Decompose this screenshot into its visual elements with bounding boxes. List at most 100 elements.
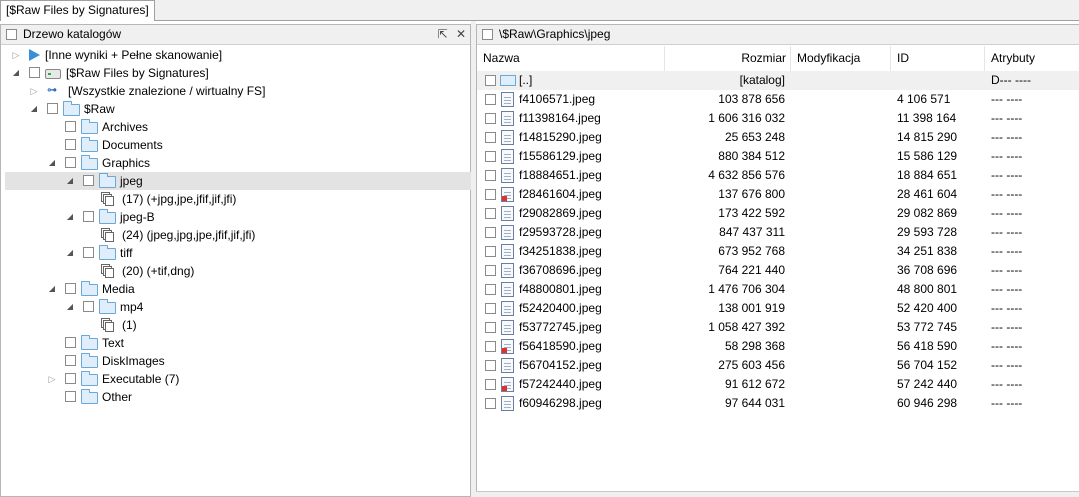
tree-node[interactable]: (24) (jpeg,jpg,jpe,jfif,jif,jfi) bbox=[1, 226, 471, 244]
tree-node-checkbox[interactable] bbox=[47, 103, 58, 114]
panel-checkbox[interactable] bbox=[482, 29, 493, 40]
tree-node[interactable]: ▷ [Inne wyniki + Pełne skanowanie] bbox=[1, 46, 471, 64]
collapse-toggle-icon[interactable]: ◢ bbox=[47, 280, 57, 298]
file-row[interactable]: f60946298.jpeg 97 644 031 60 946 298 --- --… bbox=[477, 394, 1079, 413]
tree-node-checkbox[interactable] bbox=[65, 391, 76, 402]
file-attributes: --- ---- bbox=[991, 111, 1023, 125]
collapse-toggle-icon[interactable]: ◢ bbox=[65, 172, 75, 190]
file-size: [katalog] bbox=[739, 73, 785, 87]
tree-node[interactable]: Text bbox=[1, 334, 471, 352]
file-size: 673 952 768 bbox=[718, 244, 785, 258]
file-name: f29593728.jpeg bbox=[519, 225, 602, 239]
column-attributes[interactable]: Atrybuty bbox=[985, 46, 1079, 72]
row-checkbox[interactable] bbox=[485, 360, 496, 371]
tree-node[interactable]: ◢ Media bbox=[1, 280, 471, 298]
expand-toggle-icon[interactable]: ▷ bbox=[29, 82, 39, 100]
column-size[interactable]: Rozmiar bbox=[665, 46, 791, 72]
tree-node[interactable]: ◢ tiff bbox=[1, 244, 471, 262]
tree-node[interactable]: (1) bbox=[1, 316, 471, 334]
row-checkbox[interactable] bbox=[485, 75, 496, 86]
row-checkbox[interactable] bbox=[485, 151, 496, 162]
file-row[interactable]: f53772745.jpeg 1 058 427 392 53 772 745 ---… bbox=[477, 318, 1079, 337]
file-row[interactable]: f11398164.jpeg 1 606 316 032 11 398 164 ---… bbox=[477, 109, 1079, 128]
row-checkbox[interactable] bbox=[485, 170, 496, 181]
collapse-toggle-icon[interactable]: ◢ bbox=[47, 154, 57, 172]
file-row[interactable]: f36708696.jpeg 764 221 440 36 708 696 --- -… bbox=[477, 261, 1079, 280]
tree-node-checkbox[interactable] bbox=[65, 157, 76, 168]
row-checkbox[interactable] bbox=[485, 303, 496, 314]
tree-node-checkbox[interactable] bbox=[65, 373, 76, 384]
collapse-toggle-icon[interactable]: ◢ bbox=[29, 100, 39, 118]
row-checkbox[interactable] bbox=[485, 227, 496, 238]
file-row[interactable]: f4106571.jpeg 103 878 656 4 106 571 --- ---… bbox=[477, 90, 1079, 109]
file-row[interactable]: f57242440.jpeg 91 612 672 57 242 440 --- --… bbox=[477, 375, 1079, 394]
tree-node[interactable]: ▷ ⊶ [Wszystkie znalezione / wirtualny FS] bbox=[1, 82, 471, 100]
tree-node[interactable]: ◢ [$Raw Files by Signatures] bbox=[1, 64, 471, 82]
column-name[interactable]: Nazwa bbox=[477, 46, 665, 72]
row-checkbox[interactable] bbox=[485, 246, 496, 257]
tree-node-checkbox[interactable] bbox=[65, 337, 76, 348]
file-row[interactable]: f56704152.jpeg 275 603 456 56 704 152 --- -… bbox=[477, 356, 1079, 375]
tree-node[interactable]: DiskImages bbox=[1, 352, 471, 370]
tree-node-checkbox[interactable] bbox=[83, 247, 94, 258]
file-row[interactable]: f29082869.jpeg 173 422 592 29 082 869 --- -… bbox=[477, 204, 1079, 223]
tab-raw-files[interactable]: [$Raw Files by Signatures] bbox=[0, 0, 155, 21]
tree-node[interactable]: ▷ Executable (7) bbox=[1, 370, 471, 388]
tree-node[interactable]: ◢ jpeg bbox=[5, 172, 475, 190]
column-id[interactable]: ID bbox=[891, 46, 985, 72]
panel-checkbox[interactable] bbox=[6, 29, 17, 40]
row-checkbox[interactable] bbox=[485, 398, 496, 409]
file-row[interactable]: f18884651.jpeg 4 632 856 576 18 884 651 ---… bbox=[477, 166, 1079, 185]
tree-node-checkbox[interactable] bbox=[83, 301, 94, 312]
row-checkbox[interactable] bbox=[485, 132, 496, 143]
tree-node[interactable]: Other bbox=[1, 388, 471, 406]
tree-node-checkbox[interactable] bbox=[29, 67, 40, 78]
tree-node[interactable]: ◢ jpeg-B bbox=[1, 208, 471, 226]
folder-icon bbox=[500, 75, 516, 86]
file-row[interactable]: f34251838.jpeg 673 952 768 34 251 838 --- -… bbox=[477, 242, 1079, 261]
tree-node-checkbox[interactable] bbox=[65, 121, 76, 132]
file-row[interactable]: f48800801.jpeg 1 476 706 304 48 800 801 ---… bbox=[477, 280, 1079, 299]
tree-node[interactable]: ◢ Graphics bbox=[1, 154, 471, 172]
tree-node[interactable]: ◢ $Raw bbox=[1, 100, 471, 118]
column-modified[interactable]: Modyfikacja bbox=[791, 46, 891, 72]
parent-directory-row[interactable]: [..] [katalog] D--- ---- bbox=[477, 71, 1079, 90]
tree-node[interactable]: Documents bbox=[1, 136, 471, 154]
tree-node[interactable]: (20) (+tif,dng) bbox=[1, 262, 471, 280]
file-row[interactable]: f52420400.jpeg 138 001 919 52 420 400 --- -… bbox=[477, 299, 1079, 318]
collapse-toggle-icon[interactable]: ◢ bbox=[65, 244, 75, 262]
row-checkbox[interactable] bbox=[485, 265, 496, 276]
collapse-toggle-icon[interactable]: ◢ bbox=[65, 298, 75, 316]
tree-node-checkbox[interactable] bbox=[83, 211, 94, 222]
tree-node-checkbox[interactable] bbox=[83, 175, 94, 186]
file-row[interactable]: f29593728.jpeg 847 437 311 29 593 728 --- -… bbox=[477, 223, 1079, 242]
file-row[interactable]: f28461604.jpeg 137 676 800 28 461 604 --- -… bbox=[477, 185, 1079, 204]
row-checkbox[interactable] bbox=[485, 113, 496, 124]
row-checkbox[interactable] bbox=[485, 341, 496, 352]
row-checkbox[interactable] bbox=[485, 322, 496, 333]
row-checkbox[interactable] bbox=[485, 208, 496, 219]
close-icon[interactable]: ✕ bbox=[456, 27, 466, 41]
row-checkbox[interactable] bbox=[485, 284, 496, 295]
horizontal-scrollbar[interactable] bbox=[476, 491, 1079, 497]
tree-node-checkbox[interactable] bbox=[65, 283, 76, 294]
expand-toggle-icon[interactable]: ▷ bbox=[47, 370, 57, 388]
tree-node-checkbox[interactable] bbox=[65, 139, 76, 150]
folder-icon bbox=[99, 299, 116, 314]
row-checkbox[interactable] bbox=[485, 379, 496, 390]
collapse-toggle-icon[interactable]: ◢ bbox=[65, 208, 75, 226]
file-size: 91 612 672 bbox=[724, 377, 785, 391]
file-row[interactable]: f14815290.jpeg 25 653 248 14 815 290 --- --… bbox=[477, 128, 1079, 147]
tree-node[interactable]: (17) (+jpg,jpe,jfif,jif,jfi) bbox=[1, 190, 471, 208]
tree-node[interactable]: ◢ mp4 bbox=[1, 298, 471, 316]
tree-node-checkbox[interactable] bbox=[65, 355, 76, 366]
collapse-toggle-icon[interactable]: ◢ bbox=[11, 64, 21, 82]
file-size: 1 476 706 304 bbox=[708, 282, 785, 296]
expand-toggle-icon[interactable]: ▷ bbox=[11, 46, 21, 64]
pin-icon[interactable]: ⇱ bbox=[438, 27, 448, 41]
row-checkbox[interactable] bbox=[485, 94, 496, 105]
file-row[interactable]: f15586129.jpeg 880 384 512 15 586 129 --- -… bbox=[477, 147, 1079, 166]
tree-node[interactable]: Archives bbox=[1, 118, 471, 136]
file-row[interactable]: f56418590.jpeg 58 298 368 56 418 590 --- --… bbox=[477, 337, 1079, 356]
row-checkbox[interactable] bbox=[485, 189, 496, 200]
